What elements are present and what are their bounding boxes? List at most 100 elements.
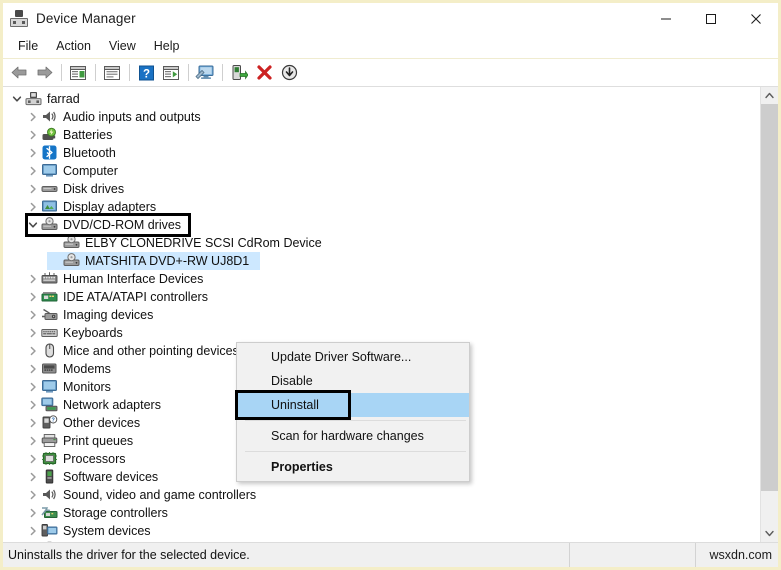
tree-item[interactable]: farrad [3, 90, 760, 108]
chevron-right-icon[interactable] [25, 400, 41, 410]
tree-item-label: Print queues [63, 434, 134, 448]
tree-item-label: farrad [47, 92, 80, 106]
context-menu-item[interactable]: Disable [237, 369, 469, 393]
chevron-right-icon[interactable] [25, 364, 41, 374]
tree-item[interactable]: Sound, video and game controllers [3, 486, 760, 504]
chevron-right-icon[interactable] [25, 112, 41, 122]
context-menu-item[interactable]: Uninstall [237, 393, 469, 417]
tree-item-label: Software devices [63, 470, 159, 484]
back-icon[interactable] [7, 61, 31, 84]
tree-item-label: Modems [63, 362, 111, 376]
chevron-right-icon[interactable] [25, 472, 41, 482]
chevron-right-icon[interactable] [25, 490, 41, 500]
chevron-right-icon[interactable] [25, 166, 41, 176]
maximize-button[interactable] [688, 3, 733, 34]
tree-item-label: Other devices [63, 416, 141, 430]
tree-item[interactable]: Keyboards [3, 324, 760, 342]
tree-item[interactable]: MATSHITA DVD+-RW UJ8D1 [3, 252, 760, 270]
chevron-right-icon[interactable] [25, 454, 41, 464]
properties-icon[interactable] [100, 61, 124, 84]
menu-view[interactable]: View [100, 37, 145, 55]
show-hide-console-tree-icon[interactable] [66, 61, 90, 84]
toolbar: ? [3, 59, 778, 87]
forward-icon[interactable] [32, 61, 56, 84]
context-menu[interactable]: Update Driver Software... Disable Uninstal… [236, 342, 470, 482]
chevron-right-icon[interactable] [25, 526, 41, 536]
tree-item[interactable]: Human Interface Devices [3, 270, 760, 288]
tree-item[interactable]: Audio inputs and outputs [3, 108, 760, 126]
tree-item-label: Sound, video and game controllers [63, 488, 257, 502]
status-divider [569, 543, 570, 567]
context-menu-item[interactable]: Update Driver Software... [237, 345, 469, 369]
chevron-right-icon[interactable] [25, 148, 41, 158]
chevron-down-icon[interactable] [25, 220, 41, 230]
tree-item[interactable]: Storage controllers [3, 504, 760, 522]
chevron-right-icon[interactable] [25, 184, 41, 194]
chevron-right-icon[interactable] [25, 310, 41, 320]
chevron-right-icon[interactable] [25, 382, 41, 392]
printer-icon [41, 433, 59, 449]
chevron-right-icon[interactable] [25, 292, 41, 302]
battery-icon [41, 127, 59, 143]
tree-item[interactable]: Computer [3, 162, 760, 180]
tree-item[interactable]: DVD/CD-ROM drives [3, 216, 760, 234]
chevron-right-icon[interactable] [25, 418, 41, 428]
chevron-right-icon[interactable] [25, 130, 41, 140]
context-menu-item[interactable]: Properties [237, 455, 469, 479]
status-bar: Uninstalls the driver for the selected d… [3, 542, 778, 567]
menu-file[interactable]: File [9, 37, 47, 55]
tree-item-label: ELBY CLONEDRIVE SCSI CdRom Device [85, 236, 322, 250]
chevron-right-icon[interactable] [25, 346, 41, 356]
enable-device-icon[interactable] [227, 61, 251, 84]
speaker-icon [41, 487, 59, 503]
watermark: wsxdn.com [709, 548, 772, 562]
update-driver-icon[interactable] [159, 61, 183, 84]
tree-item[interactable]: Imaging devices [3, 306, 760, 324]
menu-help[interactable]: Help [145, 37, 189, 55]
modem-icon [41, 361, 59, 377]
scroll-down-icon[interactable] [761, 525, 778, 542]
other-device-icon: ? [41, 415, 59, 431]
minimize-button[interactable] [643, 3, 688, 34]
chevron-right-icon[interactable] [25, 436, 41, 446]
chevron-right-icon[interactable] [25, 274, 41, 284]
tree-item-label: Imaging devices [63, 308, 154, 322]
tree-item[interactable]: IDE ATA/ATAPI controllers [3, 288, 760, 306]
scrollbar-thumb[interactable] [761, 104, 778, 492]
window-controls [643, 3, 778, 34]
scrollbar-track[interactable] [761, 104, 778, 525]
close-button[interactable] [733, 3, 778, 34]
uninstall-device-icon[interactable] [252, 61, 276, 84]
menu-action[interactable]: Action [47, 37, 100, 55]
dvd-drive-icon [63, 253, 81, 269]
status-message: Uninstalls the driver for the selected d… [8, 548, 250, 562]
tree-item-label: Keyboards [63, 326, 123, 340]
chevron-right-icon[interactable] [25, 508, 41, 518]
tree-item[interactable]: ELBY CLONEDRIVE SCSI CdRom Device [3, 234, 760, 252]
scan-for-hardware-changes-icon[interactable] [193, 61, 217, 84]
monitor-icon [41, 379, 59, 395]
software-device-icon [41, 469, 59, 485]
storage-controller-icon [41, 505, 59, 521]
chevron-down-icon[interactable] [9, 94, 25, 104]
install-legacy-hardware-icon[interactable] [277, 61, 301, 84]
mouse-icon [41, 343, 59, 359]
tree-item-label: Bluetooth [63, 146, 116, 160]
chevron-right-icon[interactable] [25, 328, 41, 338]
scroll-up-icon[interactable] [761, 87, 778, 104]
chevron-right-icon[interactable] [25, 202, 41, 212]
device-manager-icon [10, 9, 28, 28]
tree-item[interactable]: System devices [3, 522, 760, 540]
tree-item[interactable]: Bluetooth [3, 144, 760, 162]
tree-item[interactable]: Batteries [3, 126, 760, 144]
tree-item-label: Batteries [63, 128, 113, 142]
context-menu-item[interactable]: Scan for hardware changes [237, 424, 469, 448]
context-menu-separator [245, 420, 466, 421]
vertical-scrollbar[interactable] [760, 87, 778, 542]
toolbar-separator [129, 64, 130, 81]
help-icon[interactable]: ? [134, 61, 158, 84]
tree-item[interactable]: Display adapters [3, 198, 760, 216]
toolbar-separator [222, 64, 223, 81]
tree-item-label: Computer [63, 164, 118, 178]
tree-item[interactable]: Disk drives [3, 180, 760, 198]
